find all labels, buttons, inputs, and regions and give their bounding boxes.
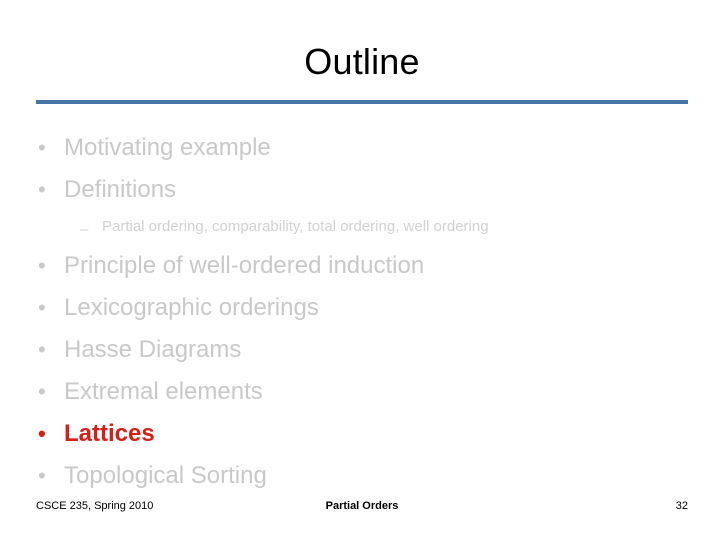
footer-page-number: 32 [675, 500, 688, 512]
bullet-dot-icon: • [38, 337, 46, 362]
outline-item: • Principle of well-ordered induction [36, 246, 696, 286]
bullet-dot-icon: • [38, 177, 46, 202]
bullet-dot-icon: • [38, 253, 46, 278]
outline-item: • Hasse Diagrams [36, 330, 696, 370]
outline-item-label: Lexicographic orderings [64, 294, 319, 321]
outline-item-label: Partial ordering, comparability, total o… [102, 218, 489, 235]
outline-item: • Extremal elements [36, 372, 696, 412]
outline-item: • Definitions [36, 170, 696, 210]
bullet-dot-icon: • [38, 463, 46, 488]
title-block: Outline [36, 40, 688, 84]
outline-item-label: Principle of well-ordered induction [64, 252, 425, 279]
footer-topic-label: Partial Orders [325, 500, 399, 512]
outline-item-label: Definitions [64, 176, 177, 203]
bullet-dot-icon: • [38, 295, 46, 320]
slide-footer: CSCE 235, Spring 2010 Partial Orders 32 [36, 500, 688, 520]
outline-item: – Partial ordering, comparability, total … [36, 217, 696, 237]
outline-item: • Topological Sorting [36, 456, 696, 496]
outline-item-label: Topological Sorting [64, 462, 267, 489]
slide: Outline • Motivating example • Definitions –… [0, 0, 720, 540]
bullet-dot-icon: • [38, 421, 46, 446]
outline-item-label: Hasse Diagrams [64, 336, 242, 363]
outline-item: • Lexicographic orderings [36, 288, 696, 328]
page-title: Outline [304, 41, 420, 82]
outline-item-label: Extremal elements [64, 378, 263, 405]
outline-item-label: Motivating example [64, 134, 271, 161]
outline-list: • Motivating example • Definitions – Partial … [36, 128, 696, 498]
title-divider-rule [36, 100, 688, 104]
bullet-dash-icon: – [80, 221, 89, 238]
bullet-dot-icon: • [38, 135, 46, 160]
outline-item: • Motivating example [36, 128, 696, 168]
outline-item: • Lattices [36, 414, 696, 454]
outline-item-label: Lattices [64, 420, 155, 447]
bullet-dot-icon: • [38, 379, 46, 404]
